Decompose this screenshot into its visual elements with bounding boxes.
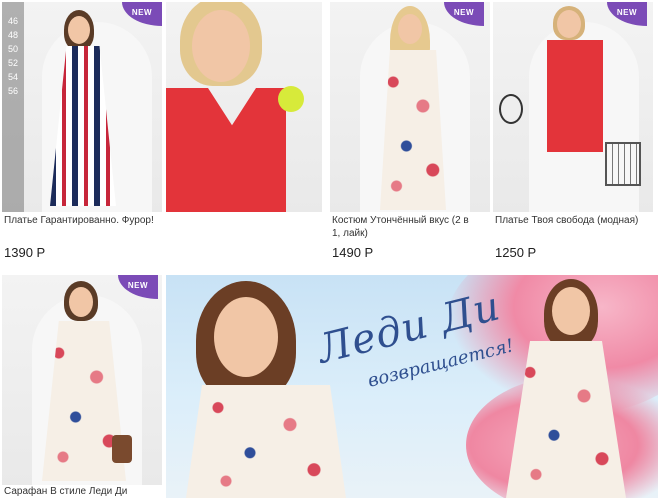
product-title[interactable]: Платье Твоя свобода (модная) [495,214,653,227]
product-price: 1490 Р [332,245,374,260]
product-card-5[interactable]: NEW Сарафан В стиле Леди Ди [2,275,162,498]
product-image-4[interactable] [493,2,653,212]
red-dress [166,88,286,212]
ball-basket [605,142,641,186]
size-option[interactable]: 52 [8,56,18,70]
red-dress [547,40,603,152]
floral-suit [380,50,446,210]
size-option[interactable]: 50 [8,42,18,56]
size-option[interactable]: 54 [8,70,18,84]
size-option[interactable]: 56 [8,84,18,98]
tennis-ball [278,86,304,112]
product-image-2[interactable] [166,2,322,212]
size-list: 46 48 50 52 54 56 [2,2,24,212]
product-card-4[interactable]: NEW Платье Твоя свобода (модная) 1250 Р [493,2,653,272]
product-title[interactable]: Сарафан В стиле Леди Ди [4,485,162,498]
product-price: 1390 Р [4,245,46,260]
product-image-1[interactable]: 46 48 50 52 54 56 [2,2,162,212]
product-image-3[interactable] [330,2,490,212]
floral-sundress [186,385,346,498]
product-card-2[interactable] [166,2,322,212]
product-card-3[interactable]: NEW Костюм Утончённый вкус (2 в 1, лайк)… [330,2,490,272]
size-option[interactable]: 46 [8,14,18,28]
product-title[interactable]: Платье Гарантированно. Фурор! [4,214,162,227]
product-card-1[interactable]: 46 48 50 52 54 56 NEW Платье Гарантирова… [2,2,162,272]
size-option[interactable]: 48 [8,28,18,42]
handbag [112,435,132,463]
product-image-5[interactable] [2,275,162,485]
promo-banner[interactable]: Леди Ди возвращается! [166,275,658,498]
tennis-racket [499,94,523,124]
product-price: 1250 Р [495,245,537,260]
product-title[interactable]: Костюм Утончённый вкус (2 в 1, лайк) [332,214,472,240]
